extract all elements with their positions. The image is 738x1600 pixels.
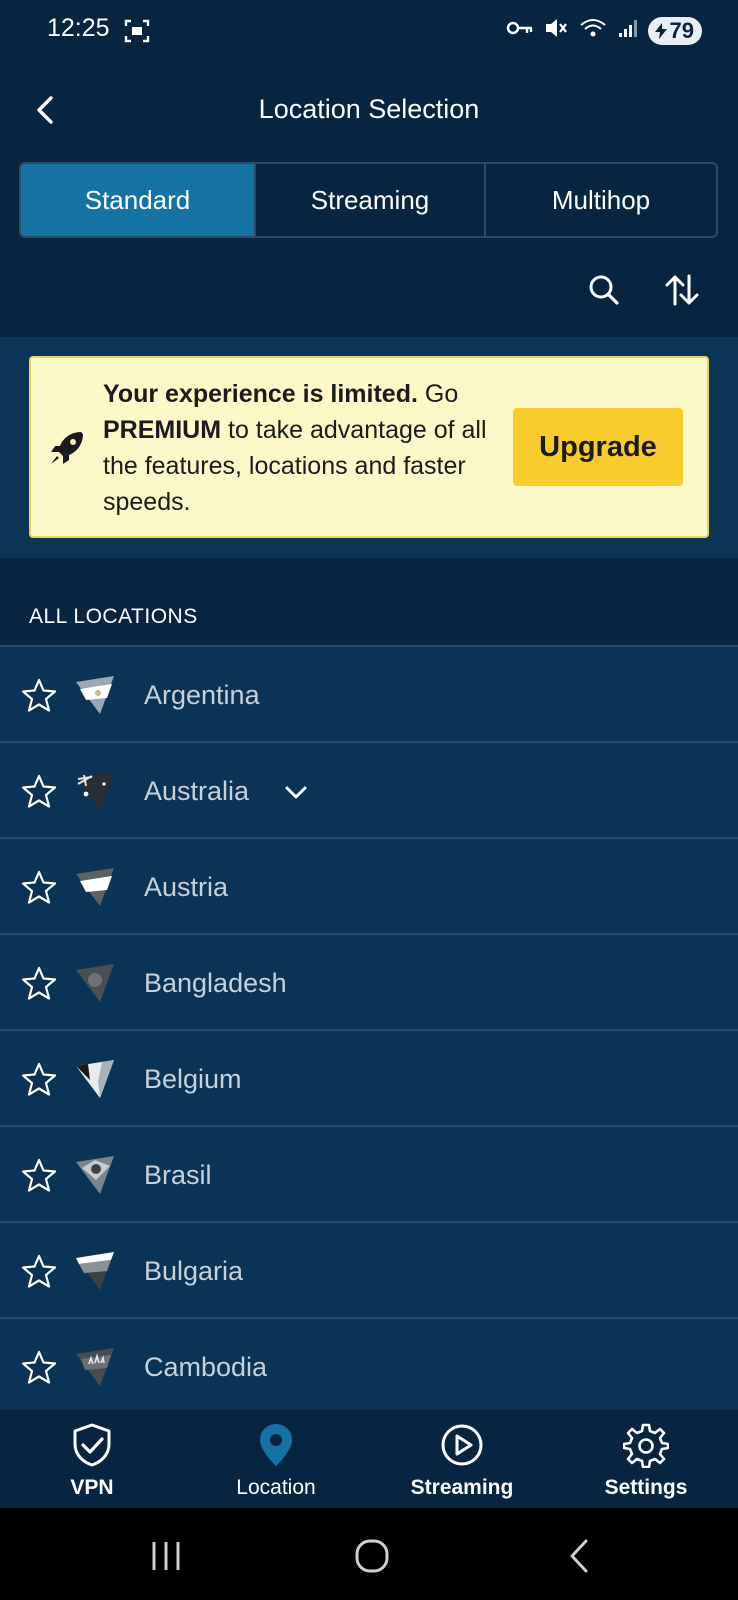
battery-level: 79 — [669, 17, 694, 43]
sort-icon — [665, 274, 699, 306]
bangladesh-flag-icon — [76, 964, 116, 1004]
austria-flag-icon — [76, 868, 116, 908]
search-icon — [589, 275, 619, 305]
favorite-star-icon[interactable] — [20, 1061, 58, 1099]
home-button[interactable] — [352, 1536, 392, 1576]
location-list[interactable]: Argentina Australia Austria Bangladesh B… — [0, 645, 738, 1410]
status-time: 12:25 — [47, 14, 110, 42]
banner-bold-text: Your experience is limited. — [103, 380, 418, 408]
app-header: Location Selection — [0, 62, 738, 158]
argentina-flag-icon — [76, 676, 116, 716]
gear-icon — [623, 1423, 669, 1468]
tab-multihop[interactable]: Multihop — [484, 164, 716, 236]
brasil-flag-icon — [76, 1156, 116, 1196]
chevron-down-icon[interactable] — [282, 779, 310, 807]
banner-message: Your experience is limited. Go PREMIUM t… — [103, 376, 495, 520]
charging-icon — [654, 22, 667, 39]
favorite-star-icon[interactable] — [20, 773, 58, 811]
recent-apps-button[interactable] — [146, 1536, 186, 1576]
signal-icon — [618, 18, 638, 43]
location-tabs: Standard Streaming Multihop — [19, 162, 718, 238]
nav-label-streaming: Streaming — [410, 1476, 514, 1499]
favorite-star-icon[interactable] — [20, 1157, 58, 1195]
bottom-nav: VPN Location Streaming Settings — [0, 1410, 738, 1508]
favorite-star-icon[interactable] — [20, 1253, 58, 1291]
cambodia-flag-icon — [76, 1348, 116, 1388]
system-back-button[interactable] — [560, 1536, 600, 1576]
country-name: Belgium — [144, 1064, 242, 1094]
location-row-brasil[interactable]: Brasil — [0, 1125, 738, 1221]
nav-label-vpn: VPN — [70, 1476, 114, 1499]
upgrade-button[interactable]: Upgrade — [513, 408, 683, 486]
banner-premium: PREMIUM — [103, 416, 222, 444]
system-nav-bar — [0, 1508, 738, 1600]
country-name: Bangladesh — [144, 968, 287, 998]
country-name: Argentina — [144, 680, 260, 710]
location-row-australia[interactable]: Australia — [0, 741, 738, 837]
status-bar: 12:25 79 — [0, 0, 738, 62]
location-row-belgium[interactable]: Belgium — [0, 1029, 738, 1125]
toolbar — [0, 262, 738, 318]
battery-indicator: 79 — [647, 16, 702, 45]
section-label: ALL LOCATIONS — [29, 605, 198, 628]
status-icons: 79 — [506, 16, 702, 45]
location-row-argentina[interactable]: Argentina — [0, 645, 738, 741]
shield-check-icon — [73, 1423, 111, 1467]
favorite-star-icon[interactable] — [20, 869, 58, 907]
tab-standard[interactable]: Standard — [21, 164, 254, 236]
favorite-star-icon[interactable] — [20, 965, 58, 1003]
mute-icon — [544, 17, 568, 44]
screenshot-icon — [124, 18, 150, 49]
wifi-icon — [578, 16, 608, 45]
recents-icon — [152, 1542, 180, 1570]
sort-button[interactable] — [662, 270, 702, 310]
country-name: Bulgaria — [144, 1256, 244, 1286]
banner-text-1: Go — [417, 380, 459, 408]
nav-streaming[interactable]: Streaming — [370, 1410, 554, 1508]
nav-label-settings: Settings — [604, 1476, 688, 1499]
country-name: Austria — [144, 872, 229, 902]
belgium-flag-icon — [76, 1060, 116, 1100]
bulgaria-flag-icon — [76, 1252, 116, 1292]
australia-flag-icon — [76, 772, 116, 812]
search-button[interactable] — [584, 270, 624, 310]
home-icon — [355, 1539, 389, 1573]
location-row-bulgaria[interactable]: Bulgaria — [0, 1221, 738, 1317]
favorite-star-icon[interactable] — [20, 1349, 58, 1387]
country-name: Australia — [144, 776, 250, 806]
country-name: Cambodia — [144, 1352, 268, 1382]
nav-vpn[interactable]: VPN — [0, 1410, 184, 1508]
nav-label-location: Location — [236, 1476, 316, 1499]
back-chevron-icon — [570, 1539, 588, 1573]
nav-settings[interactable]: Settings — [554, 1410, 738, 1508]
country-name: Brasil — [144, 1160, 212, 1190]
play-circle-icon — [441, 1424, 483, 1466]
rocket-icon — [47, 428, 87, 468]
location-row-austria[interactable]: Austria — [0, 837, 738, 933]
tab-streaming[interactable]: Streaming — [254, 164, 484, 236]
location-row-bangladesh[interactable]: Bangladesh — [0, 933, 738, 1029]
upgrade-banner: Your experience is limited. Go PREMIUM t… — [29, 356, 709, 538]
favorite-star-icon[interactable] — [20, 677, 58, 715]
location-row-cambodia[interactable]: Cambodia — [0, 1317, 738, 1410]
page-title: Location Selection — [258, 94, 480, 124]
nav-location[interactable]: Location — [184, 1410, 368, 1508]
location-pin-icon — [260, 1424, 292, 1466]
promo-area: Your experience is limited. Go PREMIUM t… — [0, 337, 738, 558]
vpn-key-icon — [506, 19, 534, 42]
